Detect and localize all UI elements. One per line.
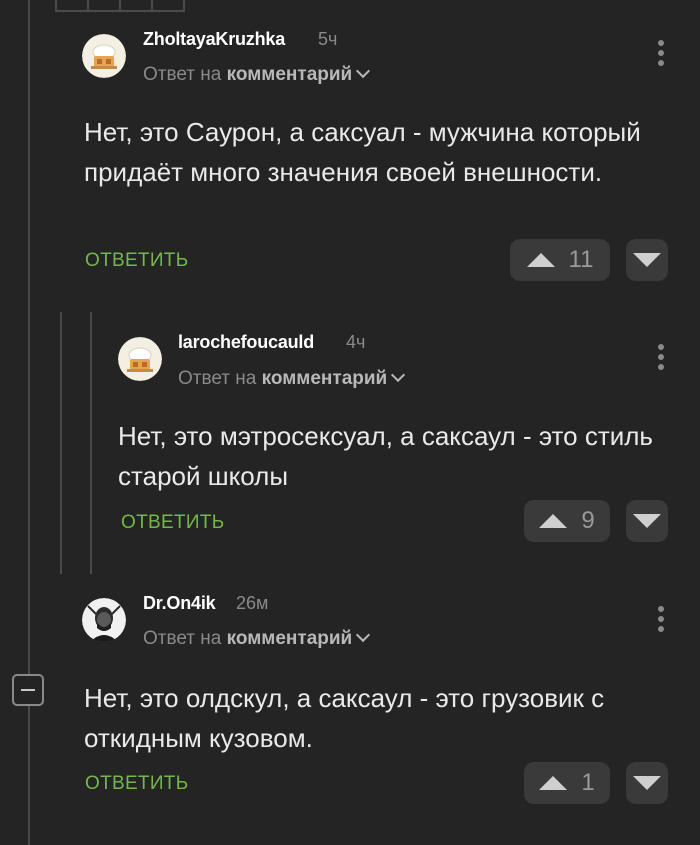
chef-hat-avatar-icon[interactable] [118, 337, 162, 381]
upvote-button[interactable]: 11 [510, 239, 610, 281]
downvote-button[interactable] [626, 500, 668, 542]
chef-hat-avatar-icon[interactable] [82, 34, 126, 78]
downvote-arrow-icon [633, 514, 661, 528]
reply-prefix: Ответ на [178, 368, 257, 389]
reply-button[interactable]: ОТВЕТИТЬ [121, 512, 224, 534]
upvote-arrow-icon [526, 253, 555, 267]
collapse-thread-icon[interactable] [12, 674, 44, 706]
vote-count: 9 [581, 507, 595, 534]
comment-time: 4ч [346, 332, 366, 352]
man-portrait-avatar-icon[interactable] [82, 598, 126, 642]
downvote-arrow-icon [633, 253, 661, 267]
upvote-button[interactable]: 9 [524, 500, 610, 542]
more-options-icon[interactable] [656, 40, 666, 70]
chevron-down-icon[interactable] [391, 367, 406, 383]
comment-username[interactable]: ZholtayaKruzhka [143, 29, 285, 50]
comment-username[interactable]: larochefoucauld [178, 332, 314, 353]
thread-collapse-ticks [55, 0, 185, 12]
thread-line-outer[interactable] [28, 0, 30, 845]
comment-username[interactable]: Dr.On4ik [143, 593, 216, 614]
reply-target[interactable]: комментарий [227, 64, 353, 85]
more-options-icon[interactable] [656, 606, 666, 636]
reply-to-link[interactable]: Ответ на комментарий [143, 63, 371, 86]
vote-count: 1 [581, 769, 595, 796]
upvote-button[interactable]: 1 [524, 762, 610, 804]
chevron-down-icon[interactable] [356, 63, 371, 79]
thread-line-level-2[interactable] [90, 312, 92, 574]
reply-prefix: Ответ на [143, 64, 222, 85]
reply-button[interactable]: ОТВЕТИТЬ [85, 773, 188, 795]
reply-target[interactable]: комментарий [262, 368, 388, 389]
reply-to-link[interactable]: Ответ на комментарий [143, 627, 371, 650]
downvote-arrow-icon [633, 776, 661, 790]
upvote-arrow-icon [539, 776, 568, 790]
comment-text: Нет, это мэтросексуал, а саксаул - это с… [118, 421, 653, 491]
reply-to-link[interactable]: Ответ на комментарий [178, 367, 406, 390]
vote-count: 11 [568, 246, 594, 273]
reply-button[interactable]: ОТВЕТИТЬ [85, 250, 188, 272]
downvote-button[interactable] [626, 762, 668, 804]
upvote-arrow-icon [539, 514, 568, 528]
comment-time: 26м [236, 593, 269, 613]
comment-time: 5ч [318, 29, 338, 49]
comment-text: Нет, это олдскул, а саксаул - это грузов… [84, 683, 605, 753]
reply-target[interactable]: комментарий [227, 628, 353, 649]
downvote-button[interactable] [626, 239, 668, 281]
chevron-down-icon[interactable] [356, 627, 371, 643]
reply-prefix: Ответ на [143, 628, 222, 649]
thread-line-level-1[interactable] [60, 312, 62, 574]
more-options-icon[interactable] [656, 344, 666, 374]
comment-text: Нет, это Саурон, а саксуал - мужчина кот… [84, 117, 641, 187]
